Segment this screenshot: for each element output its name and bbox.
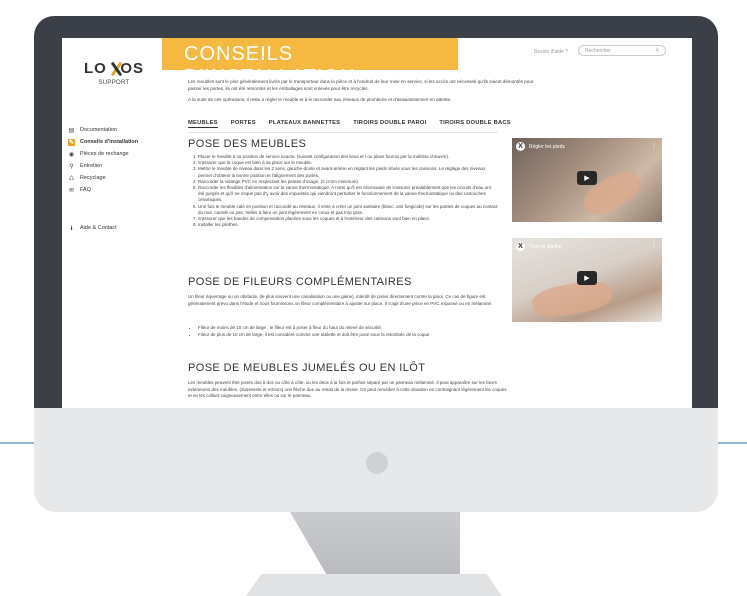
- sidebar: LO OS SUPPORT ▤ Documentation ✎ Conseils …: [62, 38, 162, 408]
- document-icon: ▤: [68, 127, 75, 134]
- channel-avatar: X: [516, 242, 525, 251]
- sidebar-item-label: FAQ: [80, 187, 92, 193]
- section-title: POSE DE MEUBLES JUMELÉS OU EN ILÔT: [188, 362, 426, 374]
- more-icon[interactable]: ⋮: [651, 142, 657, 149]
- section-paragraph: Un fileur équerrage ou un obstacle, (le …: [188, 294, 493, 306]
- video-title[interactable]: Régler les pieds: [529, 144, 565, 150]
- bullet-list: Fileur de moins de 10 cm de large : le f…: [198, 324, 498, 338]
- parts-icon: ◉: [68, 151, 75, 158]
- tabs-divider: [188, 132, 498, 133]
- intro-text: Les meubles sont le plus généralement li…: [188, 78, 538, 107]
- list-item: Raccorder les flexibles d'alimentation s…: [198, 185, 498, 204]
- sidebar-item-recycling[interactable]: ♺ Recyclage: [68, 172, 164, 184]
- tab-meubles[interactable]: MEUBLES: [188, 120, 218, 128]
- screen: LO OS SUPPORT ▤ Documentation ✎ Conseils …: [62, 38, 692, 408]
- intro-paragraph: Les meubles sont le plus généralement li…: [188, 79, 534, 91]
- tab-portes[interactable]: PORTES: [231, 120, 256, 128]
- video-header: X Fixer la plinthe: [516, 242, 562, 251]
- sidebar-nav: ▤ Documentation ✎ Conseils d'installatio…: [68, 124, 164, 196]
- list-item: Mettre le meuble de niveau dans les 2 se…: [198, 166, 498, 178]
- video-player[interactable]: X Régler les pieds ⋮ ▶: [512, 138, 662, 222]
- main-content: CONSEILS D'INSTALLATION Besoin d'aide ? …: [162, 38, 692, 408]
- recycle-icon: ♺: [68, 175, 75, 182]
- play-icon[interactable]: ▶: [577, 171, 597, 185]
- logo[interactable]: LO OS SUPPORT: [84, 60, 144, 86]
- sidebar-item-maintenance[interactable]: ⚲ Entretien: [68, 160, 164, 172]
- help-link[interactable]: Besoin d'aide ?: [534, 49, 568, 55]
- sidebar-item-installation[interactable]: ✎ Conseils d'installation: [68, 136, 164, 148]
- power-button: [366, 452, 388, 474]
- chat-icon: ✉: [68, 187, 75, 194]
- list-item: Fileur de moins de 10 cm de large : le f…: [198, 324, 498, 331]
- section-title: POSE DES MEUBLES: [188, 138, 307, 150]
- sidebar-item-label: Conseils d'installation: [80, 139, 139, 145]
- spray-icon: ⚲: [69, 163, 74, 170]
- channel-avatar: X: [516, 142, 525, 151]
- sidebar-item-parts[interactable]: ◉ Pièces de rechange: [68, 148, 164, 160]
- intro-paragraph: A la suite de ces opérations, il reste à…: [188, 97, 452, 102]
- monitor-stand-neck: [290, 512, 460, 576]
- video-hand-shape: [530, 277, 614, 321]
- video-title[interactable]: Fixer la plinthe: [529, 244, 562, 250]
- sidebar-item-label: Recyclage: [80, 175, 106, 181]
- section-paragraph: Les meubles peuvent être posés dos à dos…: [188, 380, 507, 398]
- logo-x-icon: [109, 62, 118, 76]
- sidebar-item-label: Aide & Contact: [80, 225, 117, 231]
- info-icon: ℹ: [70, 225, 73, 232]
- steps-list: Placer le meuble à sa position de servic…: [198, 154, 498, 228]
- tab-tiroirs-double-bacs[interactable]: TIROIRS DOUBLE BACS: [439, 120, 510, 128]
- video-player[interactable]: X Fixer la plinthe ⋮ ▶: [512, 238, 662, 322]
- sidebar-item-documentation[interactable]: ▤ Documentation: [68, 124, 164, 136]
- sidebar-item-label: Entretien: [80, 163, 103, 169]
- play-icon[interactable]: ▶: [577, 271, 597, 285]
- section-title: POSE DE FILEURS COMPLÉMENTAIRES: [188, 276, 412, 288]
- tab-bar: MEUBLES PORTES PLATEAUX BANNETTES TIROIR…: [188, 120, 511, 128]
- tab-plateaux[interactable]: PLATEAUX BANNETTES: [269, 120, 340, 128]
- sidebar-item-faq[interactable]: ✉ FAQ: [68, 184, 164, 196]
- tab-tiroirs-double-paroi[interactable]: TIROIRS DOUBLE PAROI: [353, 120, 426, 128]
- sidebar-item-label: Pièces de rechange: [80, 151, 129, 157]
- list-item: Installer les plinthes.: [198, 222, 498, 228]
- search-input[interactable]: Rechercher ⚲: [578, 45, 666, 56]
- monitor-stand-base: [246, 574, 502, 596]
- sidebar-item-label: Documentation: [80, 127, 117, 133]
- search-icon[interactable]: ⚲: [655, 48, 659, 54]
- search-placeholder: Rechercher: [585, 47, 611, 54]
- video-header: X Régler les pieds: [516, 142, 565, 151]
- logo-wordmark: LO OS: [84, 60, 144, 77]
- title-banner: CONSEILS D'INSTALLATION: [162, 38, 458, 88]
- list-item: Fileur de plus de 10 cm de large, il est…: [198, 331, 498, 338]
- logo-subtitle: SUPPORT: [98, 80, 130, 86]
- list-item: Une fois le meuble calé en position et r…: [198, 204, 498, 216]
- scene: LO OS SUPPORT ▤ Documentation ✎ Conseils …: [0, 0, 747, 596]
- wrench-icon: ✎: [68, 138, 75, 146]
- more-icon[interactable]: ⋮: [651, 242, 657, 249]
- sidebar-item-contact[interactable]: ℹ Aide & Contact: [68, 222, 117, 234]
